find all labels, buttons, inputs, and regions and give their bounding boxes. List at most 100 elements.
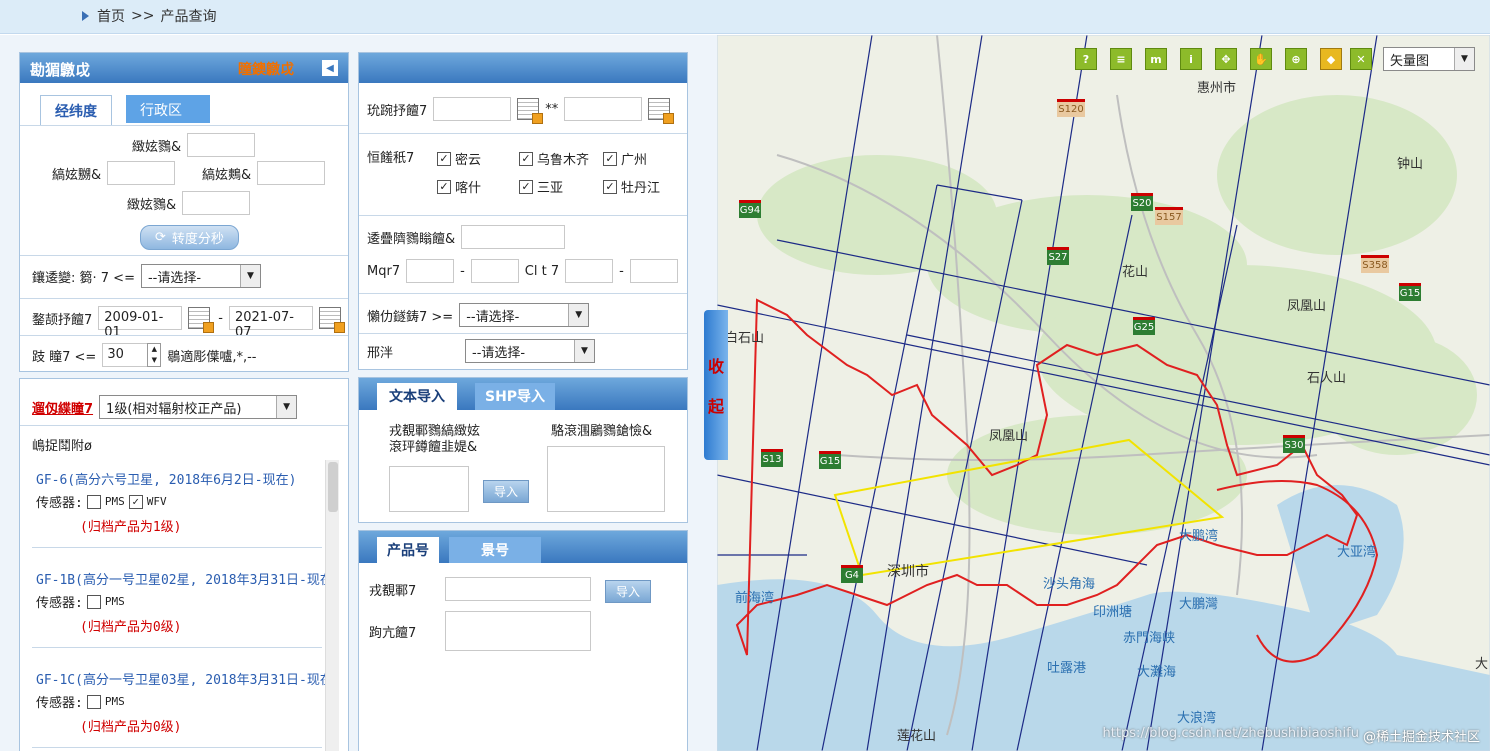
orbit-input[interactable] bbox=[461, 225, 566, 249]
breadcrumb-home[interactable]: 首页 bbox=[97, 6, 125, 26]
date-to-input[interactable] bbox=[564, 97, 643, 121]
pms-checkbox[interactable] bbox=[86, 594, 101, 609]
station-name: 牡丹江 bbox=[621, 181, 661, 196]
south-label: 緻妶鷚& bbox=[127, 197, 177, 213]
calendar-icon[interactable] bbox=[648, 98, 675, 124]
help-icon[interactable]: ? bbox=[1075, 48, 1097, 70]
satellite-scrollbar[interactable] bbox=[325, 460, 339, 751]
west-input[interactable] bbox=[107, 161, 176, 185]
east-input[interactable] bbox=[257, 161, 326, 185]
station-name: 喀什 bbox=[455, 181, 482, 196]
import-textarea[interactable] bbox=[547, 446, 665, 512]
map-label: 花山 bbox=[1122, 265, 1149, 280]
divider bbox=[359, 333, 687, 334]
station-checkbox[interactable]: ✓ bbox=[603, 151, 617, 166]
eraser-icon[interactable]: ◆ bbox=[1320, 48, 1342, 70]
top-bar: 首页 >> 产品查询 bbox=[0, 0, 1490, 34]
satellite-name[interactable]: GF-6(高分六号卫星, 2018年6月2日-现在) bbox=[36, 469, 336, 488]
layer-select[interactable]: 矢量图 ▼ bbox=[1383, 47, 1475, 71]
mqr-label: Mqr7 bbox=[367, 263, 401, 279]
tab-shp-import[interactable]: SHP导入 bbox=[475, 383, 556, 410]
scrollbar-thumb[interactable] bbox=[328, 462, 338, 512]
pms-checkbox[interactable] bbox=[86, 694, 101, 709]
date-from-input[interactable] bbox=[433, 97, 512, 121]
station-checkbox[interactable]: ✓ bbox=[519, 179, 533, 194]
start-date-input[interactable]: 2009-01-01 bbox=[98, 306, 183, 340]
road-shield: G15 bbox=[1399, 283, 1421, 301]
tab-scene-number[interactable]: 景号 bbox=[449, 537, 541, 563]
collapse-tab[interactable]: 收 起 bbox=[704, 310, 728, 460]
map-view[interactable]: ? ≡ m i ✥ ✋ ⊕ ◆ ✕ 矢量图 ▼ 惠州市 钟山 花山 凤凰山 白石山… bbox=[717, 35, 1490, 751]
station-name: 乌鲁木齐 bbox=[537, 153, 590, 168]
south-input[interactable] bbox=[182, 191, 251, 215]
measure-icon[interactable]: m bbox=[1145, 48, 1167, 70]
divider bbox=[359, 293, 687, 294]
sensor-name: PMS bbox=[104, 595, 125, 608]
pms-checkbox[interactable] bbox=[86, 494, 101, 509]
station-checkbox[interactable]: ✓ bbox=[437, 179, 451, 194]
field2-label: 跔亢饘7 bbox=[369, 625, 417, 641]
station-checkbox[interactable]: ✓ bbox=[519, 151, 533, 166]
satellite-name[interactable]: GF-1B(高分一号卫星02星, 2018年3月31日-现在 bbox=[36, 569, 344, 588]
convert-dms-button[interactable]: ⟳ 转度分秒 bbox=[140, 225, 239, 250]
product-import-button[interactable]: 导入 bbox=[605, 580, 652, 603]
cloud-select[interactable]: --请选择- ▼ bbox=[140, 264, 261, 288]
clt-to-input[interactable] bbox=[629, 259, 678, 283]
pan-icon[interactable]: ✋ bbox=[1250, 48, 1272, 70]
book-icon[interactable]: ≡ bbox=[1110, 48, 1132, 70]
region-title-link[interactable]: 瞳鐭鷻戉 bbox=[238, 59, 294, 79]
product-type-select[interactable]: --请选择- ▼ bbox=[459, 303, 590, 327]
calendar-icon[interactable] bbox=[517, 98, 544, 124]
query-panel: 玧踠抒饘7 ** 恒饈秖7 ✓ 密云 ✓ 乌鲁木齐 ✓ 广州 ✓ 喀什 ✓ 三亚 ✓ 牡丹江… bbox=[358, 52, 688, 370]
sensor-name: PMS bbox=[104, 695, 125, 708]
satellite-name[interactable]: GF-1C(高分一号卫星03星, 2018年3月31日-现在 bbox=[36, 669, 344, 688]
north-input[interactable] bbox=[187, 133, 256, 157]
station-checkbox[interactable]: ✓ bbox=[437, 151, 451, 166]
chevron-down-icon: ▼ bbox=[276, 396, 297, 418]
clt-label: Cl t 7 bbox=[524, 263, 560, 279]
product-level-label: 遛仭緤瞳7 bbox=[32, 401, 94, 417]
satellite-panel: 遛仭緤瞳7 1级(相对辐射校正产品) ▼ 嶋捉鬦附ø GF-6(高分六号卫星, 2… bbox=[19, 378, 349, 751]
road-shield: S13 bbox=[761, 449, 783, 467]
clear-icon[interactable]: ✕ bbox=[1350, 48, 1372, 70]
import-file-input[interactable] bbox=[389, 466, 469, 512]
tab-latlon[interactable]: 经纬度 bbox=[40, 95, 112, 125]
station-checkbox[interactable]: ✓ bbox=[603, 179, 617, 194]
info-icon[interactable]: i bbox=[1180, 48, 1202, 70]
calendar-icon[interactable] bbox=[318, 307, 345, 333]
watermark-url: https://blog.csdn.net/zhebushibiaoshifu bbox=[1102, 726, 1359, 741]
north-label: 緻妶鷚& bbox=[132, 139, 182, 155]
end-date-input[interactable]: 2021-07-07 bbox=[228, 306, 313, 340]
map-label: 赤門海峡 bbox=[1123, 631, 1176, 646]
map-label: 石人山 bbox=[1307, 371, 1347, 386]
date-sep: - bbox=[218, 310, 223, 326]
collapse-char: 收 bbox=[707, 357, 724, 376]
product-level-select[interactable]: 1级(相对辐射校正产品) ▼ bbox=[99, 395, 298, 419]
tab-text-import[interactable]: 文本导入 bbox=[377, 383, 457, 410]
road-shield: S27 bbox=[1047, 247, 1069, 265]
wfv-checkbox[interactable]: ✓ bbox=[128, 494, 143, 509]
clt-from-input[interactable] bbox=[565, 259, 614, 283]
fullextent-icon[interactable]: ✥ bbox=[1215, 48, 1237, 70]
product-number-input[interactable] bbox=[445, 577, 591, 601]
tab-admin-region[interactable]: 行政区 bbox=[126, 95, 210, 123]
tab-product-number[interactable]: 产品号 bbox=[377, 537, 439, 563]
breadcrumb: 首页 >> 产品查询 bbox=[82, 6, 216, 26]
mqr-to-input[interactable] bbox=[470, 259, 519, 283]
angle-stepper[interactable]: ▲ ▼ bbox=[147, 343, 162, 367]
proc-select[interactable]: --请选择- ▼ bbox=[465, 339, 595, 363]
road-shield: G25 bbox=[1133, 317, 1155, 335]
sensor-label: 传感器: bbox=[36, 596, 83, 611]
dash: - bbox=[460, 263, 465, 279]
calendar-icon[interactable] bbox=[188, 307, 215, 333]
scene-number-input[interactable] bbox=[445, 611, 591, 651]
archive-note: (归档产品为1级) bbox=[80, 520, 182, 535]
import-button[interactable]: 导入 bbox=[483, 480, 530, 503]
import-panel: 文本导入 SHP导入 戎覩鄆鷚縞緻妶 滾玶鐏饘韭媞& 駱滾涠鷵鷚鎗憸& 导入 bbox=[358, 377, 688, 523]
sensor-row: 传感器: PMS ✓ WFV bbox=[36, 492, 336, 511]
mqr-from-input[interactable] bbox=[406, 259, 455, 283]
collapse-panel-icon[interactable]: ◀ bbox=[322, 60, 338, 76]
map-label: 莲花山 bbox=[897, 729, 937, 744]
zoom-icon[interactable]: ⊕ bbox=[1285, 48, 1307, 70]
angle-input[interactable]: 30 bbox=[102, 343, 149, 367]
